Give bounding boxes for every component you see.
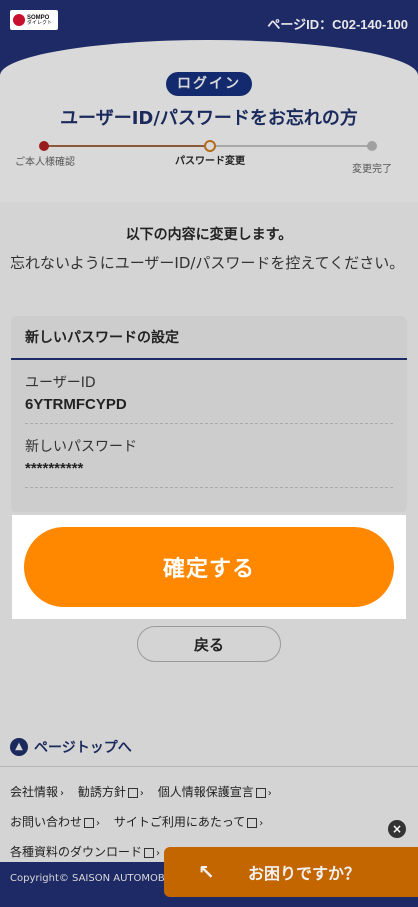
user-id-field: ユーザーID 6YTRMFCYPD [11,372,407,424]
page-top-label: ページトップへ [34,740,132,756]
page-id: ページID：C02-140-100 [267,17,408,32]
step-dot-todo [367,141,377,151]
chevron-up-icon: ▲ [10,738,28,756]
notice-text: 忘れないようにユーザーID/パスワードを控えてください。 [10,254,405,272]
help-label: お困りですか？ [248,864,361,883]
card-title: 新しいパスワードの設定 [11,316,407,360]
chevron-right-icon: › [96,818,101,829]
footer-link-terms[interactable]: サイトご利用にあたって › [114,815,263,829]
chevron-right-icon: › [267,788,272,799]
footer-link-privacy[interactable]: 個人情報保護宣言 › [158,785,272,799]
close-icon[interactable]: × [388,820,406,838]
footer-link-label: 勧誘方針 [77,785,126,799]
step-label-1: ご本人様確認 [15,157,75,168]
footer-link-solicitation[interactable]: 勧誘方針 › [78,785,144,799]
arrow-up-left-icon: ↖ [198,860,215,884]
external-link-icon [84,817,95,828]
confirm-heading: 以下の内容に変更します。 [125,227,293,243]
sompo-logo[interactable]: SOMPO ダイレクト [10,10,58,30]
footer-link-label: 個人情報保護宣言 [157,785,254,799]
field-divider [25,423,393,424]
footer-link-label: お問い合わせ [10,815,83,829]
help-button[interactable]: ↖ お困りですか？ [164,847,418,897]
back-button[interactable]: 戻る [137,626,281,662]
page-title: ユーザーID/パスワードをお忘れの方 [60,108,358,129]
stepper-line-done [44,145,210,147]
footer-link-contact[interactable]: お問い合わせ › [10,815,100,829]
login-badge: ログイン [166,72,252,96]
external-link-icon [247,817,258,828]
step-dot-done [39,141,49,151]
footer-link-downloads[interactable]: 各種資料のダウンロード › [10,845,160,859]
password-value: ********** [25,460,84,477]
step-label-2: パスワード変更 [175,156,245,167]
user-id-label: ユーザーID [25,375,96,391]
chevron-right-icon: › [259,818,264,829]
new-password-card: 新しいパスワードの設定 ユーザーID 6YTRMFCYPD 新しいパスワード *… [11,316,407,512]
step-dot-current [204,140,216,152]
external-link-icon [127,787,138,798]
stepper-line-todo [210,145,372,147]
user-id-value: 6YTRMFCYPD [25,396,127,413]
external-link-icon [144,847,155,858]
footer-divider [0,766,418,767]
footer-link-label: 会社情報 [10,785,59,799]
logo-mark-icon [13,14,25,26]
chevron-right-icon: › [156,848,161,859]
field-divider [25,487,393,488]
footer-link-company[interactable]: 会社情報 › [10,785,64,799]
chevron-right-icon: › [139,788,144,799]
external-link-icon [255,787,266,798]
confirm-button[interactable]: 確定する [24,527,394,607]
password-field: 新しいパスワード ********** [11,436,407,488]
footer-link-label: 各種資料のダウンロード [10,845,143,859]
step-label-3: 変更完了 [352,164,392,175]
logo-sub-text: ダイレクト [27,19,53,26]
password-label: 新しいパスワード [25,439,137,455]
page-top-link[interactable]: ▲ ページトップへ [10,737,132,757]
footer-link-label: サイトご利用にあたって [113,815,246,829]
chevron-right-icon: › [60,788,65,799]
